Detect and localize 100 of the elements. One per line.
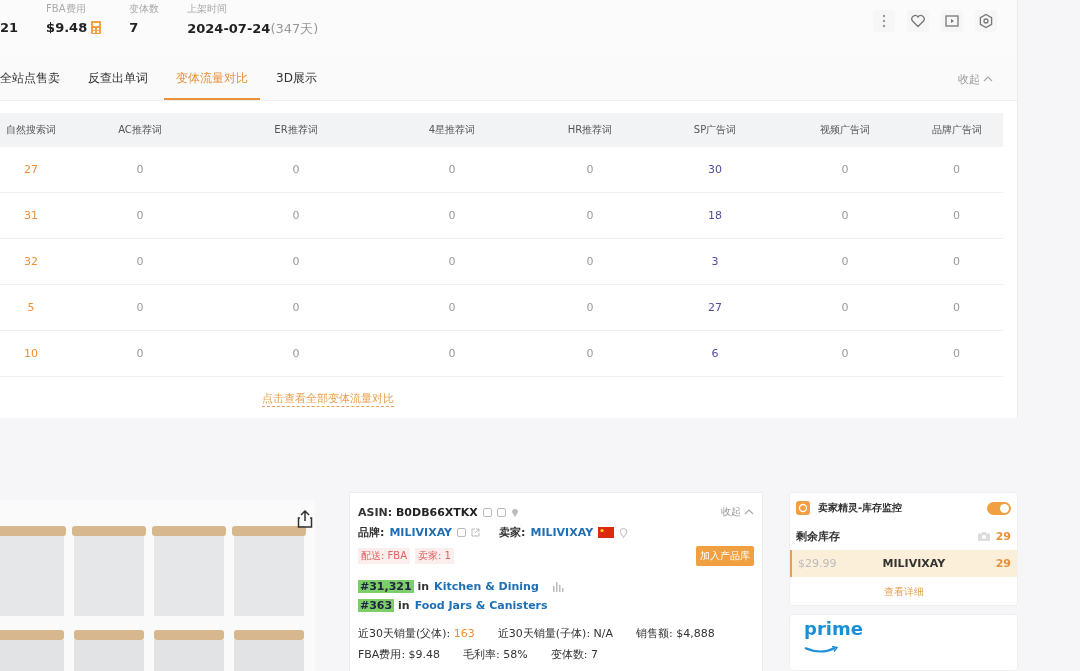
tab[interactable]: 3D展示 xyxy=(264,58,329,100)
smile-arrow-icon xyxy=(804,645,838,654)
more-icon[interactable] xyxy=(873,10,895,32)
table-cell-text: 0 xyxy=(585,255,595,268)
chevron-up-icon xyxy=(744,509,754,515)
metric-text: 毛利率: 58% xyxy=(463,647,528,662)
share-icon[interactable] xyxy=(297,510,313,528)
table-cell-text: 27 xyxy=(707,301,723,314)
table-cell-text: 0 xyxy=(952,209,961,222)
price-text: $29.99 xyxy=(798,557,837,570)
metric-text: 变体数: 7 xyxy=(550,647,598,662)
column-header: 自然搜索词 xyxy=(5,123,57,137)
remaining-stock-label: 剩余库存 xyxy=(796,529,840,544)
table-cell-text: 10 xyxy=(23,347,39,360)
table-cell-text: 0 xyxy=(135,163,145,176)
table-cell-text: 0 xyxy=(952,347,961,360)
column-header: ER推荐词 xyxy=(273,123,319,137)
table-cell-text: 0 xyxy=(135,347,145,360)
tag: 配送: FBA xyxy=(358,548,410,564)
settings-icon[interactable] xyxy=(975,10,997,32)
tab[interactable]: 全站点售卖 xyxy=(0,58,72,100)
flag-icon xyxy=(598,527,615,538)
prime-logo: prime xyxy=(804,619,864,639)
table-cell-text: 0 xyxy=(585,209,595,222)
brand-link[interactable]: MILIVIXAY xyxy=(389,526,453,539)
table-cell-text: 0 xyxy=(840,163,850,176)
chevron-up-icon xyxy=(983,76,993,82)
table-cell-text: 0 xyxy=(585,347,595,360)
table-cell-text: 0 xyxy=(291,255,301,268)
table-cell-text: 0 xyxy=(585,163,595,176)
table-cell-text: 0 xyxy=(135,255,145,268)
stock-count: 29 xyxy=(995,557,1011,570)
table-cell-text: 18 xyxy=(707,209,723,222)
table-cell-text: 31 xyxy=(23,209,39,222)
stat-value: 2024-07-24(347天) xyxy=(187,20,319,38)
table-cell-text: 27 xyxy=(23,163,39,176)
table-cell-text: 0 xyxy=(840,209,850,222)
card-title: 卖家精灵-库存监控 xyxy=(818,501,903,515)
table-cell-text: 0 xyxy=(291,347,301,360)
location-icon xyxy=(510,507,519,517)
table-cell-text: 0 xyxy=(840,301,850,314)
category-link[interactable]: Kitchen & Dining xyxy=(434,580,539,593)
toggle-switch[interactable] xyxy=(987,501,1011,515)
logo-icon xyxy=(796,501,810,515)
collapse-button[interactable]: 收起 xyxy=(721,505,754,519)
column-header: HR推荐词 xyxy=(566,123,614,137)
table-cell-text: 0 xyxy=(447,163,457,176)
seller-name: MILIVIXAY xyxy=(882,557,946,570)
seller-label: 卖家: xyxy=(499,525,526,540)
metric-text: 近30天销量(子体): N/A xyxy=(497,626,614,641)
table-cell-text: 0 xyxy=(585,301,595,314)
camera-icon xyxy=(977,532,990,541)
stock-count: 29 xyxy=(995,530,1011,543)
rank-text: #363 in xyxy=(358,599,410,612)
play-icon[interactable] xyxy=(941,10,963,32)
metric-text: FBA费用: $9.48 xyxy=(358,647,441,662)
tag: 卖家: 1 xyxy=(415,548,454,564)
category-link[interactable]: Food Jars & Canisters xyxy=(414,599,548,612)
table-cell-text: 0 xyxy=(952,163,961,176)
table-cell-text: 0 xyxy=(447,301,457,314)
table-cell-text: 0 xyxy=(447,209,457,222)
copy-icon xyxy=(457,528,467,537)
seller-link[interactable]: MILIVIXAY xyxy=(530,526,594,539)
table-cell-text: 0 xyxy=(447,347,457,360)
table-cell-text: 0 xyxy=(840,347,850,360)
table-cell-text: 0 xyxy=(840,255,850,268)
stat-label: 变体数 xyxy=(129,2,160,14)
metric-text: 近30天销量(父体): 163 xyxy=(358,626,475,641)
table-cell-text: 0 xyxy=(952,301,961,314)
table-cell-text: 0 xyxy=(952,255,961,268)
column-header: 视频广告词 xyxy=(819,123,871,137)
column-header: 4星推荐词 xyxy=(427,123,477,137)
table-cell-text: 32 xyxy=(23,255,39,268)
stat-value: 21 xyxy=(0,20,19,35)
collapse-button[interactable]: 收起 xyxy=(952,70,999,88)
table-cell-text: 5 xyxy=(26,301,36,314)
table-cell-text: 0 xyxy=(135,301,145,314)
bar-chart-icon[interactable] xyxy=(551,581,564,592)
table-cell-text: 0 xyxy=(291,163,301,176)
table-cell-text: 30 xyxy=(707,163,723,176)
table-cell-text: 0 xyxy=(291,209,301,222)
asin-text: ASIN: B0DB66XTKX xyxy=(358,505,478,519)
tab[interactable]: 反查出单词 xyxy=(76,58,160,100)
brand-label: 品牌: xyxy=(358,525,385,540)
metric-text: 销售额: $4,888 xyxy=(636,626,715,641)
table-cell-text: 0 xyxy=(135,209,145,222)
stat-value: $9.48 xyxy=(46,20,88,35)
stat-label: FBA费用 xyxy=(46,2,87,14)
table-cell-text: 0 xyxy=(447,255,457,268)
column-header: AC推荐词 xyxy=(117,123,163,137)
column-header: 品牌广告词 xyxy=(930,123,983,137)
column-header: SP广告词 xyxy=(692,123,738,137)
table-cell-text: 3 xyxy=(710,255,720,268)
rank-text: #31,321 in xyxy=(358,580,430,593)
external-link-icon xyxy=(471,528,481,537)
table-cell-text: 0 xyxy=(291,301,301,314)
location-icon xyxy=(619,527,629,538)
table-cell-text: 6 xyxy=(710,347,720,360)
calculator-icon xyxy=(91,21,102,34)
stat-value: 7 xyxy=(129,20,139,35)
